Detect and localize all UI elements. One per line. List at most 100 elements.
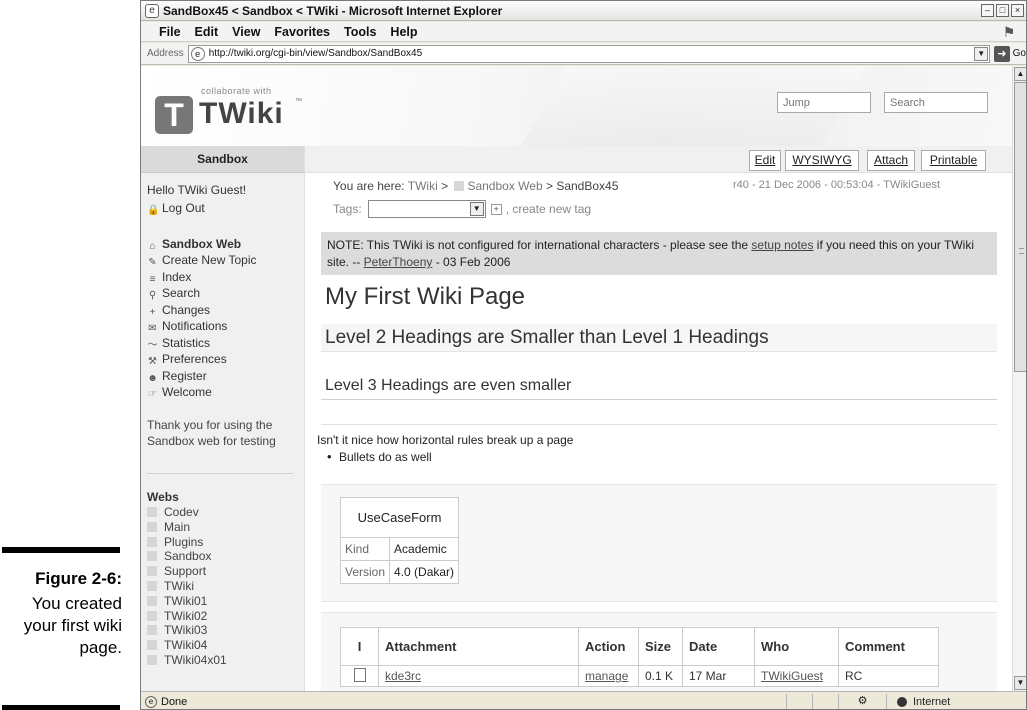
web-item-label[interactable]: TWiki: [164, 579, 194, 593]
go-arrow-icon[interactable]: ➜: [994, 45, 1010, 62]
web-item-label[interactable]: TWiki04x01: [164, 653, 227, 667]
attachment-who[interactable]: TWikiGuest: [754, 665, 839, 687]
logout-link[interactable]: 🔒 Log Out: [147, 201, 205, 216]
attachment-name[interactable]: kde3rc: [378, 665, 579, 687]
jump-input[interactable]: [777, 92, 871, 113]
col-header-comment[interactable]: Comment: [838, 627, 939, 666]
form-key: Kind: [339, 537, 391, 561]
sidebar-item-label[interactable]: Notifications: [162, 319, 227, 333]
col-header-size[interactable]: Size: [638, 627, 683, 666]
col-header-icon[interactable]: I: [340, 627, 379, 666]
twiki-logo[interactable]: T collaborate with TWiki ™: [155, 86, 305, 136]
wysiwyg-button[interactable]: WYSIWYG: [785, 150, 859, 171]
manage-link[interactable]: manage: [578, 665, 639, 687]
breadcrumb-web[interactable]: Sandbox Web: [467, 179, 542, 193]
address-input[interactable]: e http://twiki.org/cgi-bin/view/Sandbox/…: [187, 44, 991, 63]
document-icon: [353, 667, 366, 682]
vertical-scrollbar[interactable]: ▲ ▼: [1012, 66, 1026, 691]
col-header-date[interactable]: Date: [682, 627, 755, 666]
col-header-attachment[interactable]: Attachment: [378, 627, 579, 666]
address-dropdown-icon[interactable]: ▼: [974, 46, 989, 61]
menu-view[interactable]: View: [232, 25, 260, 39]
attach-button[interactable]: Attach: [867, 150, 915, 171]
stats-icon: 〜: [147, 339, 158, 351]
col-header-who[interactable]: Who: [754, 627, 839, 666]
web-item-label[interactable]: Codev: [164, 505, 199, 519]
add-tag-icon[interactable]: +: [490, 203, 502, 215]
go-label[interactable]: Go: [1013, 48, 1026, 59]
form-title[interactable]: UseCaseForm: [339, 497, 460, 538]
sidebar-item-label[interactable]: Changes: [162, 303, 210, 317]
web-item-twiki01[interactable]: TWiki01: [147, 594, 227, 609]
sidebar-item-notifications[interactable]: ✉ Notifications: [147, 319, 257, 336]
web-item-label[interactable]: TWiki03: [164, 623, 207, 637]
printable-button[interactable]: Printable: [921, 150, 986, 171]
web-item-twiki04[interactable]: TWiki04: [147, 638, 227, 653]
sidebar-item-label[interactable]: Statistics: [162, 336, 210, 350]
minimize-button[interactable]: –: [981, 4, 994, 17]
author-link[interactable]: PeterThoeny: [364, 255, 433, 269]
edit-button[interactable]: Edit: [749, 150, 781, 171]
tags-select[interactable]: ▼: [367, 200, 486, 218]
note-box: NOTE: This TWiki is not configured for i…: [321, 232, 997, 275]
sidebar-web-home[interactable]: ⌂ Sandbox Web: [147, 237, 241, 252]
web-item-label[interactable]: TWiki04: [164, 638, 207, 652]
sidebar-item-label[interactable]: Register: [162, 369, 207, 383]
sidebar-item-label[interactable]: Index: [162, 270, 191, 284]
logout-label[interactable]: Log Out: [162, 201, 205, 215]
col-header-action[interactable]: Action: [578, 627, 639, 666]
web-item-label[interactable]: Plugins: [164, 535, 203, 549]
close-button[interactable]: ×: [1011, 4, 1024, 17]
sidebar-item-label[interactable]: Create New Topic: [162, 253, 257, 267]
menu-tools[interactable]: Tools: [344, 25, 376, 39]
sidebar-item-label[interactable]: Welcome: [162, 385, 212, 399]
menu-favorites[interactable]: Favorites: [274, 25, 330, 39]
web-item-label[interactable]: TWiki01: [164, 594, 207, 608]
web-item-support[interactable]: Support: [147, 564, 227, 579]
privacy-icon[interactable]: ⚙: [838, 693, 886, 709]
sidebar-item-statistics[interactable]: 〜 Statistics: [147, 336, 257, 353]
web-item-twiki04x01[interactable]: TWiki04x01: [147, 653, 227, 668]
sidebar-item-register[interactable]: ☻ Register: [147, 369, 257, 386]
web-item-label[interactable]: Support: [164, 564, 206, 578]
sidebar-item-search[interactable]: ⚲ Search: [147, 286, 257, 303]
attachments-table: I Attachment Action Size Date Who Commen…: [340, 627, 939, 687]
attachments-area: I Attachment Action Size Date Who Commen…: [321, 612, 997, 691]
sidebar-item-welcome[interactable]: ☞ Welcome: [147, 385, 257, 402]
web-item-twiki[interactable]: TWiki: [147, 579, 227, 594]
sidebar-item-preferences[interactable]: ⚒ Preferences: [147, 352, 257, 369]
maximize-button[interactable]: □: [996, 4, 1009, 17]
menu-file[interactable]: File: [159, 25, 181, 39]
menu-help[interactable]: Help: [390, 25, 417, 39]
page-done-icon: e: [145, 695, 157, 708]
web-item-label[interactable]: Main: [164, 520, 190, 534]
scroll-up-icon[interactable]: ▲: [1014, 67, 1026, 81]
menu-edit[interactable]: Edit: [195, 25, 219, 39]
scroll-down-icon[interactable]: ▼: [1014, 676, 1026, 690]
web-name[interactable]: Sandbox Web: [162, 237, 241, 251]
sidebar-item-create-new-topic[interactable]: ✎ Create New Topic: [147, 253, 257, 270]
web-item-plugins[interactable]: Plugins: [147, 535, 227, 550]
web-item-main[interactable]: Main: [147, 520, 227, 535]
web-item-twiki02[interactable]: TWiki02: [147, 609, 227, 624]
figure-label: Figure 2-6:: [35, 569, 122, 588]
search-input[interactable]: [884, 92, 988, 113]
web-item-label[interactable]: TWiki02: [164, 609, 207, 623]
web-item-twiki03[interactable]: TWiki03: [147, 623, 227, 638]
zone-label: Internet: [913, 695, 951, 708]
sidebar-item-label[interactable]: Preferences: [162, 352, 227, 366]
sidebar-item-index[interactable]: ≡ Index: [147, 270, 257, 287]
sidebar-item-changes[interactable]: + Changes: [147, 303, 257, 320]
chevron-down-icon[interactable]: ▼: [469, 202, 484, 216]
search-icon: ⚲: [148, 290, 157, 301]
topic-action-bar: Edit WYSIWYG Attach Printable: [305, 146, 1012, 173]
create-tag-link[interactable]: , create new tag: [506, 202, 591, 216]
sidebar-item-label[interactable]: Search: [162, 286, 200, 300]
scroll-thumb[interactable]: [1014, 82, 1026, 372]
web-item-label[interactable]: Sandbox: [164, 549, 211, 563]
logo-wordmark: TWiki: [199, 97, 284, 130]
web-item-codev[interactable]: Codev: [147, 505, 227, 520]
breadcrumb-twiki[interactable]: TWiki: [408, 179, 438, 193]
setup-notes-link[interactable]: setup notes: [751, 238, 813, 252]
web-item-sandbox[interactable]: Sandbox: [147, 549, 227, 564]
